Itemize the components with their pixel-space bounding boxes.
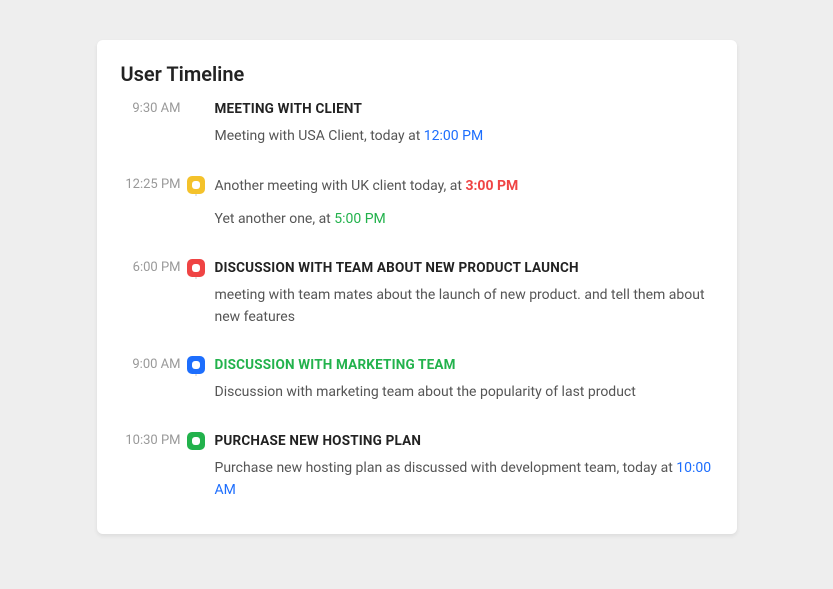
item-body-line: meeting with team mates about the launch…	[215, 285, 713, 328]
item-time: 10:30 PM	[121, 432, 181, 450]
item-title: DISCUSSION WITH MARKETING TEAM	[215, 356, 713, 374]
item-body-accent: 5:00 PM	[334, 211, 386, 227]
marker-inner	[192, 181, 200, 189]
timeline-marker-icon	[187, 259, 205, 277]
timeline-item: 9:00 AM DISCUSSION WITH MARKETING TEAM Dis…	[121, 356, 713, 432]
item-body-line: Another meeting with UK client today, at…	[215, 176, 713, 198]
item-time: 6:00 PM	[121, 259, 181, 277]
timeline-item: 9:30 AM MEETING WITH CLIENT Meeting with U…	[121, 100, 713, 176]
item-body-text: Discussion with marketing team about the…	[215, 384, 636, 400]
timeline-list: 9:30 AM MEETING WITH CLIENT Meeting with U…	[121, 100, 713, 510]
item-marker-col	[181, 432, 211, 450]
timeline-item: 12:25 PM Another meeting with UK client t…	[121, 176, 713, 259]
item-marker-col	[181, 259, 211, 277]
item-content: MEETING WITH CLIENT Meeting with USA Clie…	[211, 100, 713, 148]
item-marker-col	[181, 356, 211, 374]
item-body: Another meeting with UK client today, at…	[215, 176, 713, 231]
item-content: DISCUSSION WITH TEAM ABOUT NEW PRODUCT L…	[211, 259, 713, 328]
item-body-text: meeting with team mates about the launch…	[215, 287, 705, 325]
item-body-text: Purchase new hosting plan as discussed w…	[215, 460, 677, 476]
item-body-line: Yet another one, at 5:00 PM	[215, 209, 713, 231]
item-title: MEETING WITH CLIENT	[215, 100, 713, 118]
item-body-line: Discussion with marketing team about the…	[215, 382, 713, 404]
item-marker-col	[181, 176, 211, 194]
item-body: meeting with team mates about the launch…	[215, 285, 713, 328]
item-body-text: Meeting with USA Client, today at	[215, 128, 424, 144]
item-body-accent: 3:00 PM	[465, 178, 518, 194]
item-body: Purchase new hosting plan as discussed w…	[215, 458, 713, 501]
timeline-marker-icon	[187, 432, 205, 450]
item-content: Another meeting with UK client today, at…	[211, 176, 713, 231]
marker-inner	[192, 437, 200, 445]
item-body-text: Another meeting with UK client today, at	[215, 178, 466, 194]
item-title: DISCUSSION WITH TEAM ABOUT NEW PRODUCT L…	[215, 259, 713, 277]
timeline-item: 10:30 PM PURCHASE NEW HOSTING PLAN Purchas…	[121, 432, 713, 509]
item-time: 9:00 AM	[121, 356, 181, 374]
item-content: PURCHASE NEW HOSTING PLAN Purchase new ho…	[211, 432, 713, 501]
marker-inner	[192, 264, 200, 272]
item-body: Meeting with USA Client, today at 12:00 …	[215, 126, 713, 148]
item-body: Discussion with marketing team about the…	[215, 382, 713, 404]
item-content: DISCUSSION WITH MARKETING TEAM Discussion…	[211, 356, 713, 404]
item-body-text: Yet another one, at	[215, 211, 335, 227]
item-body-line: Purchase new hosting plan as discussed w…	[215, 458, 713, 501]
timeline-marker-icon	[187, 356, 205, 374]
item-body-line: Meeting with USA Client, today at 12:00 …	[215, 126, 713, 148]
timeline-marker-icon	[187, 176, 205, 194]
item-time: 9:30 AM	[121, 100, 181, 118]
card-title: User Timeline	[121, 62, 713, 86]
item-title: PURCHASE NEW HOSTING PLAN	[215, 432, 713, 450]
item-body-accent: 12:00 PM	[424, 128, 483, 144]
item-time: 12:25 PM	[121, 176, 181, 194]
marker-inner	[192, 361, 200, 369]
timeline-item: 6:00 PM DISCUSSION WITH TEAM ABOUT NEW PR…	[121, 259, 713, 356]
timeline-card: User Timeline 9:30 AM MEETING WITH CLIENT…	[97, 40, 737, 534]
